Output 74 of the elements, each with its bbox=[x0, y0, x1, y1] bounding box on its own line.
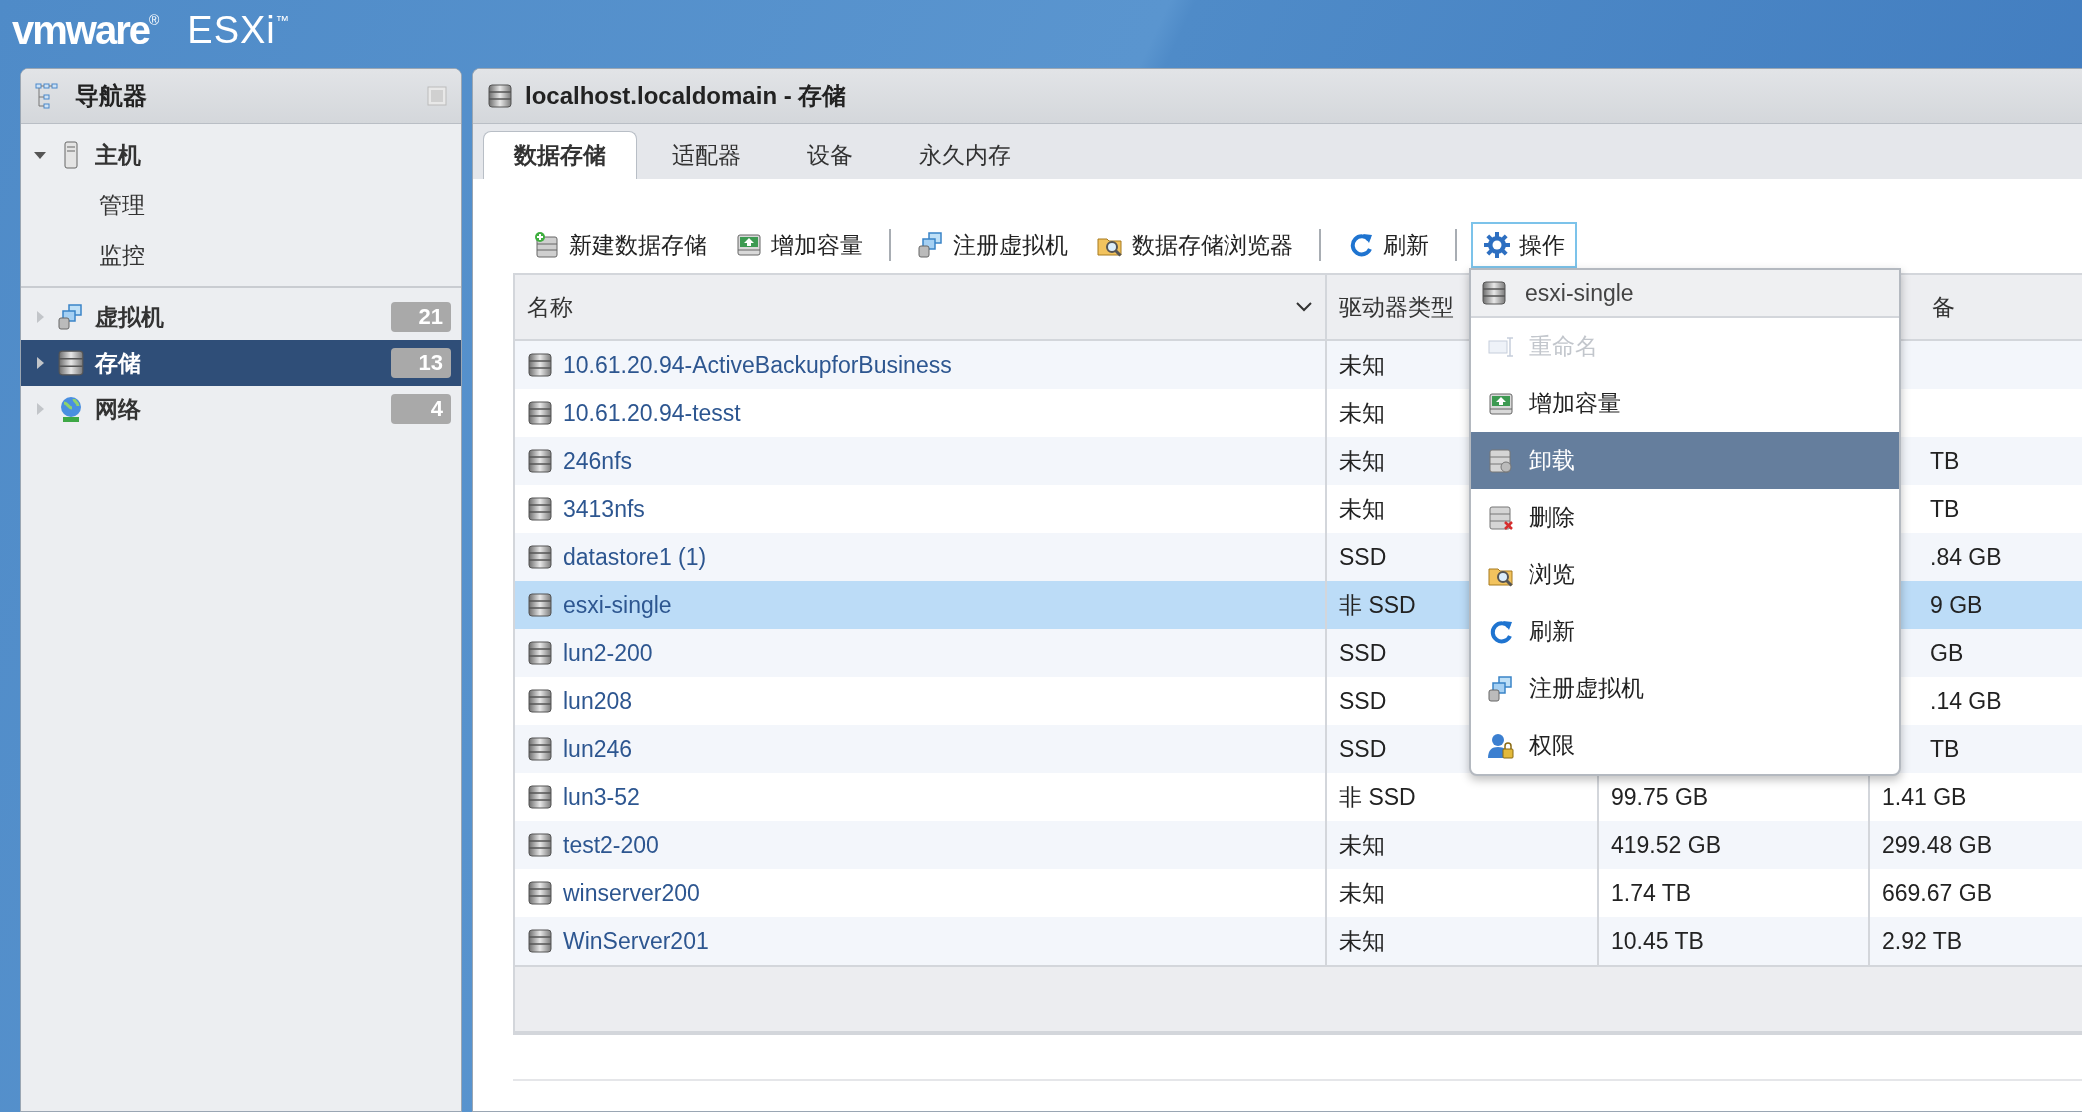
datastore-link[interactable]: WinServer201 bbox=[563, 927, 709, 955]
nav-item[interactable]: 主机 bbox=[21, 130, 461, 180]
table-cell: 419.52 GB bbox=[1599, 821, 1870, 869]
nav-item[interactable]: 监控 bbox=[21, 230, 461, 280]
table-row[interactable]: datastore1 (1) bbox=[515, 533, 1327, 581]
datastore-icon bbox=[527, 352, 553, 378]
table-row[interactable]: WinServer201 bbox=[515, 917, 1327, 965]
datastore-icon bbox=[527, 640, 553, 666]
menu-item[interactable]: 卸载 bbox=[1471, 432, 1899, 489]
datastore-link[interactable]: 246nfs bbox=[563, 447, 633, 475]
nav-item[interactable]: 网络 4 bbox=[21, 386, 461, 432]
table-cell: 2.92 TB bbox=[1870, 917, 2082, 965]
unmount-icon bbox=[1487, 446, 1515, 475]
table-cell: 未知 bbox=[1327, 821, 1599, 869]
datastore-icon bbox=[527, 928, 553, 954]
column-header[interactable]: 名称 bbox=[515, 275, 1327, 341]
table-row[interactable]: esxi-single bbox=[515, 581, 1327, 629]
count-badge: 13 bbox=[391, 348, 451, 378]
datastore-icon bbox=[527, 784, 553, 810]
datastore-link[interactable]: 3413nfs bbox=[563, 495, 645, 523]
virtual-machines-icon bbox=[917, 231, 945, 259]
nav-item[interactable]: 管理 bbox=[21, 180, 461, 230]
table-row[interactable]: 246nfs bbox=[515, 437, 1327, 485]
datastore-icon bbox=[527, 400, 553, 426]
delete-icon bbox=[1487, 503, 1515, 532]
nav-item[interactable]: 虚拟机 21 bbox=[21, 294, 461, 340]
table-cell: 10.45 TB bbox=[1599, 917, 1870, 965]
datastore-link[interactable]: lun246 bbox=[563, 735, 633, 763]
virtual-machines-icon bbox=[1487, 674, 1515, 703]
table-row[interactable]: lun2-200 bbox=[515, 629, 1327, 677]
settings-icon bbox=[1483, 231, 1511, 259]
nav-item[interactable]: 存储 13 bbox=[21, 340, 461, 386]
tab[interactable]: 适配器 bbox=[641, 131, 772, 179]
datastore-link[interactable]: winserver200 bbox=[563, 879, 700, 907]
datastore-link[interactable]: lun2-200 bbox=[563, 639, 653, 667]
datastore-link[interactable]: 10.61.20.94-ActiveBackupforBusiness bbox=[563, 351, 952, 379]
upload-icon bbox=[735, 231, 763, 259]
datastore-link[interactable]: lun3-52 bbox=[563, 783, 640, 811]
tab[interactable]: 设备 bbox=[776, 131, 884, 179]
datastore-icon bbox=[527, 880, 553, 906]
datastore-link[interactable]: test2-200 bbox=[563, 831, 659, 859]
datastore-link[interactable]: lun208 bbox=[563, 687, 633, 715]
table-row[interactable]: 10.61.20.94-ActiveBackupforBusiness bbox=[515, 341, 1327, 389]
vmware-logo: vmware$^{®}$ bbox=[12, 10, 158, 50]
datastore-icon bbox=[527, 736, 553, 762]
new-datastore-icon bbox=[533, 231, 561, 259]
count-badge: 4 bbox=[391, 394, 451, 424]
datastore-icon bbox=[527, 592, 553, 618]
datastore-icon bbox=[487, 83, 513, 109]
datastore-icon bbox=[527, 688, 553, 714]
tab[interactable]: 数据存储 bbox=[483, 131, 637, 179]
virtual-machines-icon bbox=[57, 303, 85, 331]
minimize-icon[interactable] bbox=[427, 86, 447, 106]
navigator-title: 导航器 bbox=[75, 81, 148, 111]
datastore-link[interactable]: esxi-single bbox=[563, 591, 672, 619]
datastore-icon bbox=[527, 544, 553, 570]
datastore-icon bbox=[527, 496, 553, 522]
table-row[interactable]: test2-200 bbox=[515, 821, 1327, 869]
tab[interactable]: 永久内存 bbox=[888, 131, 1042, 179]
datastore-icon bbox=[527, 832, 553, 858]
datastore-icon bbox=[527, 448, 553, 474]
datastore-icon bbox=[1481, 280, 1507, 306]
user-lock-icon bbox=[1487, 731, 1515, 760]
toolbar-button[interactable]: 操作 bbox=[1471, 222, 1577, 268]
table-row[interactable]: lun246 bbox=[515, 725, 1327, 773]
datastore-icon bbox=[57, 349, 85, 377]
datastore-link[interactable]: 10.61.20.94-tesst bbox=[563, 399, 741, 427]
table-cell: 299.48 GB bbox=[1870, 821, 2082, 869]
panel-title: localhost.localdomain - 存储 bbox=[525, 81, 848, 111]
product-name: ESXi$^{™}$ bbox=[187, 11, 291, 49]
count-badge: 21 bbox=[391, 302, 451, 332]
sort-chevron-icon bbox=[1295, 301, 1313, 313]
datastore-link[interactable]: datastore1 (1) bbox=[563, 543, 707, 571]
table-cell: 未知 bbox=[1327, 917, 1599, 965]
